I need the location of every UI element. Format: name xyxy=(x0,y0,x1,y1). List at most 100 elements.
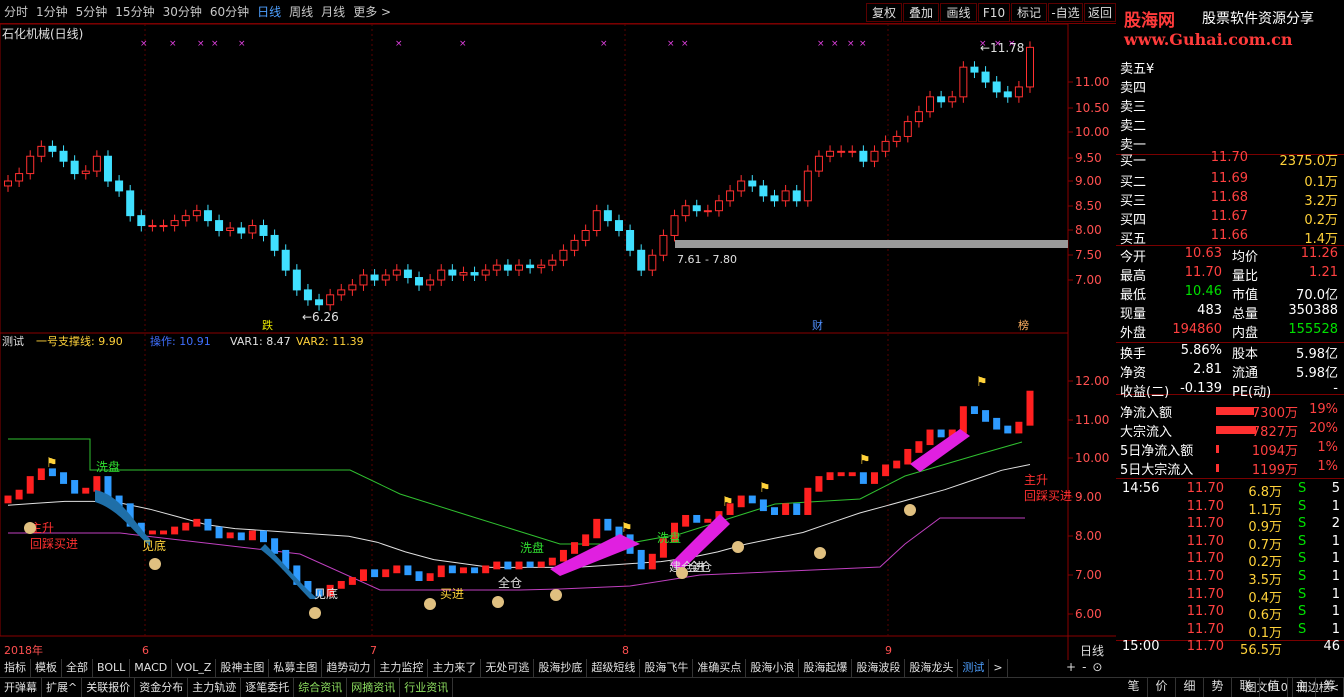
indicator-tab-18[interactable]: 股海波段 xyxy=(852,659,906,677)
flow-row-0-cell: 净流入额 xyxy=(1120,406,1173,421)
xaxis-label-4: 9 xyxy=(885,644,892,657)
period-3[interactable]: 15分钟 xyxy=(115,3,154,20)
high-label: ←11.78 xyxy=(980,41,1024,55)
period-8[interactable]: 月线 xyxy=(321,3,345,20)
indicator-tab-10[interactable]: 主力来了 xyxy=(428,659,482,677)
event-marker-0[interactable]: 跌 xyxy=(262,318,273,332)
toolbar-btn-5[interactable]: -自选 xyxy=(1048,3,1083,22)
candle xyxy=(326,288,335,311)
quote-row-1-cell: 最高 xyxy=(1120,269,1147,284)
buy-row-2-cell: 11.68 xyxy=(1210,190,1248,205)
xaxis-label-1: 6 xyxy=(142,644,149,657)
candle xyxy=(492,259,501,277)
info-tab-3[interactable]: 资金分布 xyxy=(135,678,189,697)
info-tab-0[interactable]: 开弹幕 xyxy=(0,678,42,697)
signal-x-marker: × xyxy=(681,39,689,49)
ind-label-7: 买进 xyxy=(440,587,464,601)
event-marker-1[interactable]: 财 xyxy=(812,318,823,332)
candle xyxy=(781,184,790,207)
main-ytick-4: 9.00 xyxy=(1075,174,1102,188)
candle xyxy=(448,264,457,281)
ind-candle xyxy=(60,472,68,484)
indicator-tab-5[interactable]: VOL_Z xyxy=(172,659,217,677)
period-2[interactable]: 5分钟 xyxy=(76,3,108,20)
buy-row-0-cell: 2375.0万 xyxy=(1279,154,1339,169)
indicator-tab-7[interactable]: 私募主图 xyxy=(269,659,323,677)
chart-control-0[interactable]: + xyxy=(1066,660,1076,674)
xaxis-label-3: 8 xyxy=(622,644,629,657)
indicator-tab-15[interactable]: 准确买点 xyxy=(693,659,747,677)
indicator-tab-21[interactable]: > xyxy=(989,659,1008,677)
ind-candle xyxy=(248,530,256,541)
info-tab-7[interactable]: 网摘资讯 xyxy=(347,678,401,697)
side-tab-4[interactable]: 联 xyxy=(1232,677,1260,697)
info-tab-6[interactable]: 综合资讯 xyxy=(294,678,348,697)
period-0[interactable]: 分时 xyxy=(4,3,28,20)
indicator-tab-9[interactable]: 主力监控 xyxy=(375,659,429,677)
side-tab-5[interactable]: 值 xyxy=(1260,677,1288,697)
candle xyxy=(681,199,690,222)
quote-row-0-cell: 今开 xyxy=(1120,250,1147,265)
side-tab-3[interactable]: 势 xyxy=(1204,677,1232,697)
info-tab-2[interactable]: 关联报价 xyxy=(82,678,136,697)
toolbar-btn-2[interactable]: 画线 xyxy=(940,3,977,22)
indicator-tab-4[interactable]: MACD xyxy=(130,659,173,677)
xaxis-label-0: 2018年 xyxy=(4,643,43,657)
flow-row-1-cell: 大宗流入 xyxy=(1120,425,1173,440)
indicator-tab-16[interactable]: 股海小浪 xyxy=(746,659,800,677)
indicator-tab-19[interactable]: 股海龙头 xyxy=(905,659,959,677)
finance-row-0-cell: 换手 xyxy=(1120,347,1147,362)
indicator-tab-1[interactable]: 模板 xyxy=(31,659,62,677)
indicator-tab-20[interactable]: 测试 xyxy=(958,659,990,677)
side-tab-7[interactable]: 筹 xyxy=(1316,677,1344,697)
indicator-tab-2[interactable]: 全部 xyxy=(62,659,93,677)
period-9[interactable]: 更多 > xyxy=(353,3,391,20)
candle xyxy=(748,175,757,192)
side-tab-1[interactable]: 价 xyxy=(1148,677,1176,697)
period-1[interactable]: 1分钟 xyxy=(36,3,68,20)
toolbar-btn-3[interactable]: F10 xyxy=(978,3,1010,22)
toolbar-btn-1[interactable]: 叠加 xyxy=(903,3,939,22)
indicator-tab-14[interactable]: 股海飞牛 xyxy=(640,659,694,677)
kline-chart-area[interactable]: 石化机械(日线) 11.00 10.50 10.00 9.50 9.00 8.50 8.00 7… xyxy=(0,24,1116,660)
finance-row-1-cell: 流通 xyxy=(1232,366,1259,381)
period-4[interactable]: 30分钟 xyxy=(163,3,202,20)
finance-row-0: 换手 5.86% 股本 5.98亿 xyxy=(1120,343,1342,362)
indicator-tab-0[interactable]: 指标 xyxy=(0,659,31,677)
indicator-tab-12[interactable]: 股海抄底 xyxy=(534,659,588,677)
buy-row-1-cell: 买二 xyxy=(1120,175,1147,190)
info-tab-1[interactable]: 扩展^ xyxy=(42,678,83,697)
signal-x-marker: × xyxy=(211,39,219,49)
chart-control-2[interactable]: ⊙ xyxy=(1092,660,1102,674)
period-5[interactable]: 60分钟 xyxy=(210,3,249,20)
indicator-tab-13[interactable]: 超级短线 xyxy=(587,659,641,677)
candle xyxy=(914,105,923,128)
main-ytick-0: 11.00 xyxy=(1075,75,1109,89)
info-tab-5[interactable]: 逐笔委托 xyxy=(241,678,295,697)
indicator-tab-8[interactable]: 趋势动力 xyxy=(322,659,376,677)
tick-row-5-cell: 1 xyxy=(1331,569,1340,584)
chart-control-1[interactable]: - xyxy=(1082,660,1086,674)
period-6[interactable]: 日线 xyxy=(257,3,281,20)
indicator-tab-3[interactable]: BOLL xyxy=(93,659,131,677)
toolbar-btn-4[interactable]: 标记 xyxy=(1011,3,1047,22)
indicator-tab-17[interactable]: 股海起爆 xyxy=(799,659,853,677)
event-marker-2[interactable]: 榜 xyxy=(1018,318,1029,332)
toolbar-btn-6[interactable]: 返回 xyxy=(1084,3,1116,22)
info-tab-8[interactable]: 行业资讯 xyxy=(400,678,454,697)
buy-row-2-cell: 买三 xyxy=(1120,194,1147,209)
info-tab-4[interactable]: 主力轨迹 xyxy=(188,678,242,697)
candle xyxy=(226,222,235,237)
period-7[interactable]: 周线 xyxy=(289,3,313,20)
side-tab-6[interactable]: 主 xyxy=(1288,677,1316,697)
side-tab-0[interactable]: 笔 xyxy=(1120,677,1148,697)
indicator-tab-6[interactable]: 股神主图 xyxy=(216,659,270,677)
candle xyxy=(26,150,35,180)
candle xyxy=(15,167,24,187)
indicator-tab-11[interactable]: 无处可逃 xyxy=(481,659,535,677)
main-ytick-5: 8.50 xyxy=(1075,199,1102,213)
buy-row-4-cell: 1.4万 xyxy=(1304,232,1338,247)
flow-row-0-cell: 19% xyxy=(1309,402,1338,417)
side-tab-2[interactable]: 细 xyxy=(1176,677,1204,697)
toolbar-btn-0[interactable]: 复权 xyxy=(866,3,902,22)
